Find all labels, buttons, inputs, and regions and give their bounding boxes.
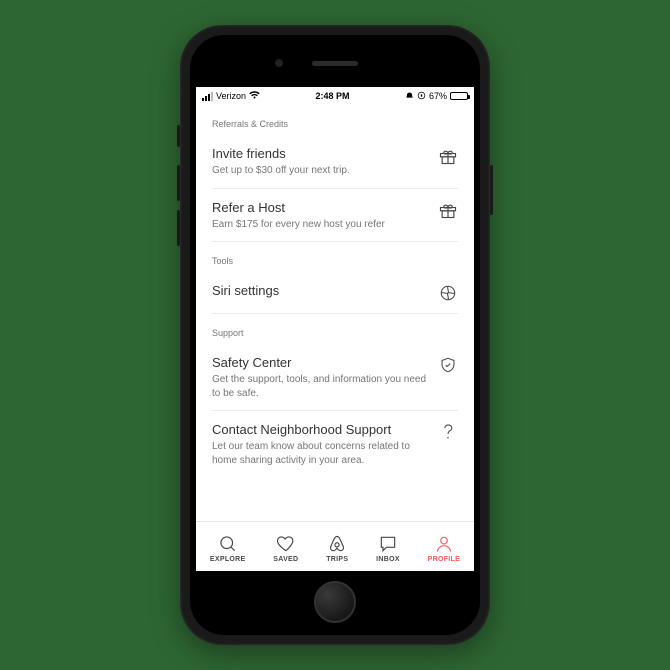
row-safety-center[interactable]: Safety Center Get the support, tools, an… bbox=[212, 344, 458, 411]
screen: Verizon 2:48 PM 67% bbox=[196, 87, 474, 571]
tab-label: PROFILE bbox=[428, 556, 460, 563]
signal-icon bbox=[202, 92, 213, 101]
row-subtitle: Get up to $30 off your next trip. bbox=[212, 164, 428, 178]
tab-label: EXPLORE bbox=[210, 556, 246, 563]
profile-icon bbox=[434, 534, 454, 554]
row-subtitle: Let our team know about concerns related… bbox=[212, 440, 428, 467]
shield-icon bbox=[438, 355, 458, 375]
orientation-lock-icon bbox=[417, 91, 426, 102]
status-left: Verizon bbox=[202, 91, 260, 101]
section-header-referrals: Referrals & Credits bbox=[212, 119, 458, 129]
power-button bbox=[490, 165, 493, 215]
airbnb-logo-icon bbox=[327, 534, 347, 554]
heart-icon bbox=[276, 534, 296, 554]
tab-profile[interactable]: PROFILE bbox=[428, 534, 460, 563]
row-title: Safety Center bbox=[212, 355, 428, 370]
row-title: Refer a Host bbox=[212, 200, 428, 215]
phone-frame: Verizon 2:48 PM 67% bbox=[180, 25, 490, 645]
tab-saved[interactable]: SAVED bbox=[273, 534, 298, 563]
phone-speaker bbox=[312, 61, 358, 66]
phone-bezel: Verizon 2:48 PM 67% bbox=[190, 35, 480, 635]
volume-up-button bbox=[177, 165, 180, 201]
section-header-tools: Tools bbox=[212, 256, 458, 266]
battery-pct-label: 67% bbox=[429, 91, 447, 101]
tab-label: INBOX bbox=[376, 556, 400, 563]
volume-down-button bbox=[177, 210, 180, 246]
chat-icon bbox=[378, 534, 398, 554]
row-subtitle: Earn $175 for every new host you refer bbox=[212, 218, 428, 232]
row-neighborhood-support[interactable]: Contact Neighborhood Support Let our tea… bbox=[212, 411, 458, 477]
tab-inbox[interactable]: INBOX bbox=[376, 534, 400, 563]
row-subtitle: Get the support, tools, and information … bbox=[212, 373, 428, 400]
tab-trips[interactable]: TRIPS bbox=[326, 534, 348, 563]
phone-camera bbox=[275, 59, 283, 67]
section-header-support: Support bbox=[212, 328, 458, 338]
status-bar: Verizon 2:48 PM 67% bbox=[196, 87, 474, 105]
row-invite-friends[interactable]: Invite friends Get up to $30 off your ne… bbox=[212, 135, 458, 189]
mute-switch bbox=[177, 125, 180, 147]
search-icon bbox=[218, 534, 238, 554]
battery-icon bbox=[450, 92, 468, 100]
globe-icon bbox=[438, 283, 458, 303]
gift-icon bbox=[438, 200, 458, 220]
row-title: Siri settings bbox=[212, 283, 428, 298]
gift-icon bbox=[438, 146, 458, 166]
wifi-icon bbox=[249, 91, 260, 101]
tab-label: TRIPS bbox=[326, 556, 348, 563]
tab-explore[interactable]: EXPLORE bbox=[210, 534, 246, 563]
settings-list[interactable]: Referrals & Credits Invite friends Get u… bbox=[196, 105, 474, 521]
row-refer-host[interactable]: Refer a Host Earn $175 for every new hos… bbox=[212, 189, 458, 243]
tab-bar: EXPLORE SAVED TRIPS INBOX PROFILE bbox=[196, 521, 474, 571]
row-title: Contact Neighborhood Support bbox=[212, 422, 428, 437]
row-title: Invite friends bbox=[212, 146, 428, 161]
home-button bbox=[314, 581, 356, 623]
question-icon bbox=[438, 422, 458, 442]
row-siri-settings[interactable]: Siri settings bbox=[212, 272, 458, 314]
status-right: 67% bbox=[405, 91, 468, 102]
clock-label: 2:48 PM bbox=[316, 91, 350, 101]
alarm-icon bbox=[405, 91, 414, 102]
tab-label: SAVED bbox=[273, 556, 298, 563]
carrier-label: Verizon bbox=[216, 91, 246, 101]
